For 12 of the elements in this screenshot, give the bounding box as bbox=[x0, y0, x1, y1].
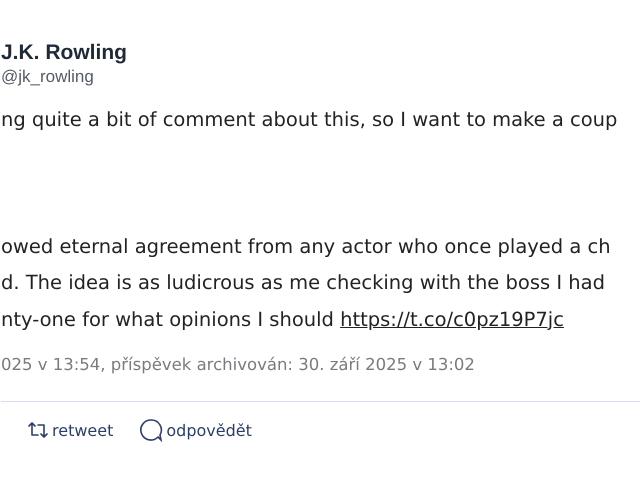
author-name: J.K. Rowling bbox=[1, 40, 127, 66]
tweet-text-line: nty-one for what opinions I should https://t.co/c0pz19P7jc bbox=[1, 306, 564, 332]
reply-button[interactable]: odpovědět bbox=[139, 418, 252, 442]
tweet-link[interactable]: https://t.co/c0pz19P7jc bbox=[340, 308, 564, 330]
timestamp-text: 025 v 13:54, příspěvek archivován: 30. září 2025 v 13:02 bbox=[1, 355, 475, 374]
author-handle: @jk_rowling bbox=[1, 66, 94, 88]
retweet-button[interactable]: retweet bbox=[27, 418, 114, 442]
tweet-text-line: ng quite a bit of comment about this, so I want to make a coup bbox=[1, 107, 618, 133]
speech-bubble-icon bbox=[139, 418, 164, 442]
tweet-text-line: d. The idea is as ludicrous as me checking with the boss I had bbox=[1, 270, 605, 296]
tweet-text-line: owed eternal agreement from any actor who once played a ch bbox=[1, 234, 611, 260]
retweet-icon bbox=[27, 420, 49, 440]
